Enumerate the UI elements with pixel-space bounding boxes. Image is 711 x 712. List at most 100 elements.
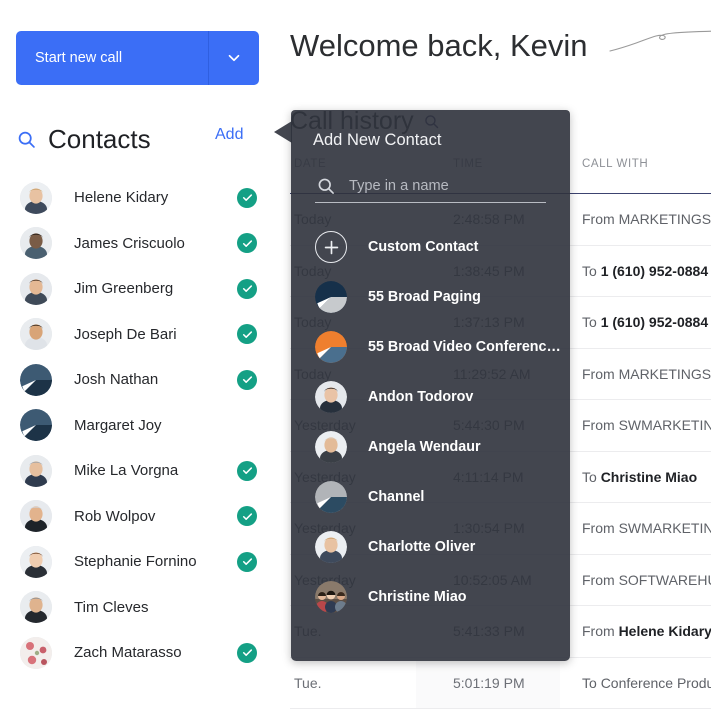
contact-list-item[interactable]: Mike La Vorgna xyxy=(0,448,290,494)
start-new-call-button[interactable]: Start new call xyxy=(16,31,209,85)
call-direction: From xyxy=(582,571,619,588)
modal-contact-item[interactable]: 55 Broad Video Conferenc… xyxy=(291,322,570,372)
verified-check-icon xyxy=(237,233,257,254)
avatar xyxy=(315,331,347,363)
avatar xyxy=(20,591,52,624)
modal-contact-label: 55 Broad Paging xyxy=(368,289,481,305)
contact-list-item[interactable]: Helene Kidary xyxy=(0,175,290,221)
search-icon[interactable] xyxy=(14,127,38,151)
contact-name: Margaret Joy xyxy=(74,416,162,434)
call-direction: To xyxy=(582,314,601,331)
call-direction: From xyxy=(582,211,619,228)
contact-list-item[interactable]: Margaret Joy xyxy=(0,403,290,449)
contact-name: Joseph De Bari xyxy=(74,325,177,343)
verified-check-icon xyxy=(237,460,257,481)
plus-icon xyxy=(315,231,347,263)
contact-list-item[interactable]: Rob Wolpov xyxy=(0,494,290,540)
verified-check-icon xyxy=(237,278,257,299)
modal-contact-label: Custom Contact xyxy=(368,239,479,255)
avatar xyxy=(315,281,347,313)
contact-name: Zach Matarasso xyxy=(74,644,182,662)
modal-contact-label: 55 Broad Video Conferenc… xyxy=(368,339,561,355)
avatar xyxy=(315,581,347,613)
avatar xyxy=(20,272,52,305)
column-header-call-with: CALL WITH xyxy=(582,158,649,170)
modal-contact-label: Christine Miao xyxy=(368,589,467,605)
page-title: Contacts xyxy=(48,123,151,154)
modal-title: Add New Contact xyxy=(313,131,442,149)
call-party: MARKETINGSW xyxy=(618,365,711,382)
contact-name: Helene Kidary xyxy=(74,189,169,207)
modal-contact-list: Custom Contact 55 Broad Paging 55 Broad Vi… xyxy=(291,222,570,622)
call-direction: From xyxy=(582,623,619,640)
contact-list-item[interactable]: Josh Nathan xyxy=(0,357,290,403)
cell-call-with: From SWMARKETING xyxy=(560,520,711,536)
contact-name: Tim Cleves xyxy=(74,598,149,616)
contact-list-item[interactable]: Jim Greenberg xyxy=(0,266,290,312)
cell-call-with: To 1 (610) 952-0884 xyxy=(560,314,711,330)
call-party: Christine Miao xyxy=(600,468,698,485)
call-party: MARKETINGSW xyxy=(618,211,711,228)
modal-contact-item[interactable]: Custom Contact xyxy=(291,222,570,272)
cell-call-with: From Helene Kidary xyxy=(560,623,711,639)
call-direction: To xyxy=(582,674,601,691)
avatar xyxy=(20,454,52,487)
search-input[interactable] xyxy=(349,177,529,194)
cell-call-with: To Conference Product_I xyxy=(560,675,711,691)
contact-name: James Criscuolo xyxy=(74,234,185,252)
avatar xyxy=(20,363,52,396)
verified-check-icon xyxy=(237,369,257,390)
modal-contact-item[interactable]: Channel xyxy=(291,472,570,522)
modal-contact-item[interactable]: Charlotte Oliver xyxy=(291,522,570,572)
sidebar: Start new call Contacts Add Helene Kidar… xyxy=(0,0,290,712)
call-direction: To xyxy=(582,262,601,279)
avatar xyxy=(315,431,347,463)
contact-name: Mike La Vorgna xyxy=(74,462,179,480)
call-direction: From xyxy=(582,520,619,537)
modal-pointer-arrow xyxy=(274,121,292,143)
call-party: 1 (610) 952-0884 xyxy=(600,314,709,331)
cell-call-with: From MARKETINGSW xyxy=(560,211,711,227)
verified-check-icon xyxy=(237,551,257,572)
contact-list-item[interactable]: Stephanie Fornino xyxy=(0,539,290,585)
avatar xyxy=(315,531,347,563)
app-root: Start new call Contacts Add Helene Kidar… xyxy=(0,0,711,712)
call-party: SOFTWAREHUBS xyxy=(618,571,711,588)
cell-call-with: To 1 (610) 952-0884 xyxy=(560,263,711,279)
cell-time: 5:01:19 PM xyxy=(416,657,560,708)
modal-contact-label: Angela Wendaur xyxy=(368,439,481,455)
contact-name: Rob Wolpov xyxy=(74,507,156,525)
call-direction: From xyxy=(582,365,619,382)
cell-call-with: From SWMARKETING xyxy=(560,417,711,433)
avatar xyxy=(315,481,347,513)
modal-contact-label: Charlotte Oliver xyxy=(368,539,476,555)
add-contact-link[interactable]: Add xyxy=(215,126,243,144)
cell-call-with: From MARKETINGSW xyxy=(560,366,711,382)
cell-date: Tue. xyxy=(294,674,322,691)
modal-contact-item[interactable]: 55 Broad Paging xyxy=(291,272,570,322)
modal-contact-item[interactable]: Andon Todorov xyxy=(291,372,570,422)
contact-list-item[interactable]: Zach Matarasso xyxy=(0,630,290,676)
avatar xyxy=(20,318,52,351)
contact-name: Stephanie Fornino xyxy=(74,553,197,571)
contact-list-item[interactable]: Tim Cleves xyxy=(0,585,290,631)
avatar xyxy=(20,409,52,442)
start-new-call-group: Start new call xyxy=(16,31,259,85)
avatar xyxy=(20,636,52,669)
contact-list-item[interactable]: Joseph De Bari xyxy=(0,312,290,358)
welcome-heading: Welcome back, Kevin xyxy=(290,28,588,63)
verified-check-icon xyxy=(237,187,257,208)
contact-name: Josh Nathan xyxy=(74,371,159,389)
table-row[interactable]: Tue. 5:01:19 PMTo Conference Product_I xyxy=(290,657,711,709)
start-new-call-dropdown-button[interactable] xyxy=(209,31,259,85)
call-party: Helene Kidary xyxy=(618,623,711,640)
call-party: SWMARKETING xyxy=(618,520,711,537)
modal-contact-label: Channel xyxy=(368,489,425,505)
modal-contact-item[interactable]: Angela Wendaur xyxy=(291,422,570,472)
modal-contact-item[interactable]: Christine Miao xyxy=(291,572,570,622)
call-party: SWMARKETING xyxy=(618,417,711,434)
contact-list-item[interactable]: James Criscuolo xyxy=(0,221,290,267)
modal-contact-label: Andon Todorov xyxy=(368,389,474,405)
avatar xyxy=(20,227,52,260)
avatar xyxy=(20,181,52,214)
